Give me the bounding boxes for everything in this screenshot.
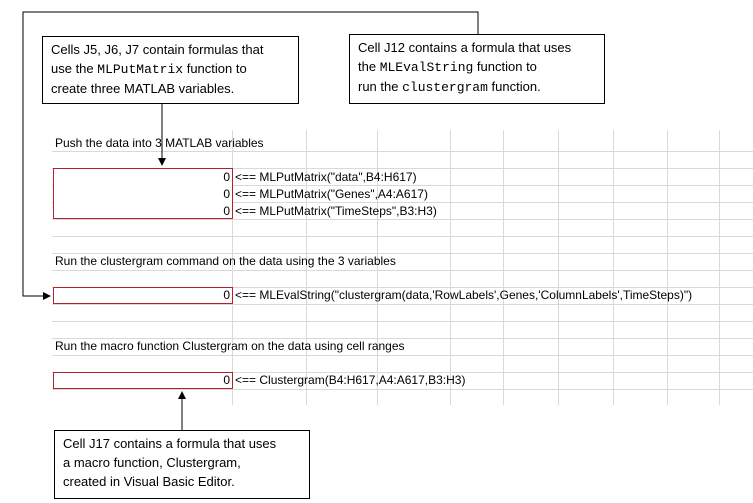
callout-text: use the MLPutMatrix function to	[51, 59, 290, 79]
callout-text: run the	[358, 79, 403, 94]
callout-text: the	[358, 59, 380, 74]
callout-text: use the	[51, 61, 98, 76]
callout-code: clustergram	[402, 80, 488, 95]
callout-text: function.	[487, 79, 541, 94]
callout-text: create three MATLAB variables.	[51, 81, 235, 96]
callout-text: function to	[183, 61, 247, 76]
callout-text: created in Visual Basic Editor.	[63, 474, 235, 489]
callout-text: run the clustergram function.	[358, 77, 596, 97]
callout-text: function to	[473, 59, 537, 74]
callout-text: Cells J5, J6, J7 contain formulas that	[51, 42, 264, 57]
callout-text: the MLEvalString function to	[358, 57, 596, 77]
callout-text: a macro function, Clustergram,	[63, 455, 241, 470]
callout-code: MLPutMatrix	[97, 62, 184, 77]
callout-code: MLEvalString	[379, 60, 474, 75]
callout-clustergram-macro: Cell J17 contains a formula that uses a …	[54, 430, 310, 499]
callout-mlevalstring: Cell J12 contains a formula that uses th…	[349, 34, 605, 104]
callout-text: Cell J12 contains a formula that uses	[358, 40, 572, 55]
callout-text: Cell J17 contains a formula that uses	[63, 436, 277, 451]
callout-mlputmatrix: Cells J5, J6, J7 contain formulas that u…	[42, 36, 299, 104]
